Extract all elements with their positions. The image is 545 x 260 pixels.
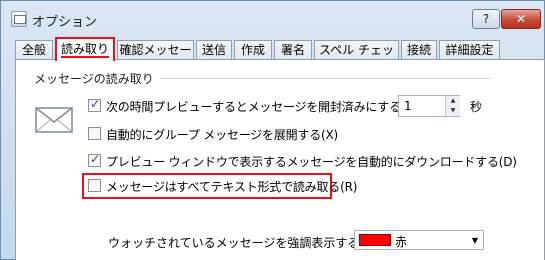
- tab-signatures[interactable]: 署名: [274, 40, 312, 60]
- help-button[interactable]: ?: [472, 9, 500, 29]
- tab-read[interactable]: 読み取り: [55, 37, 115, 61]
- color-swatch: [359, 234, 391, 246]
- option-auto-download-label: プレビュー ウィンドウで表示するメッセージを自動的にダウンロードする(D): [106, 155, 517, 169]
- watch-color-select[interactable]: 赤 ▼: [354, 230, 484, 250]
- tab-receipts[interactable]: 確認メッセージ: [117, 40, 194, 76]
- tab-send[interactable]: 送信: [196, 40, 232, 60]
- option-auto-download[interactable]: プレビュー ウィンドウで表示するメッセージを自動的にダウンロードする(D): [88, 152, 517, 170]
- envelope-icon: [35, 107, 73, 133]
- spin-down-icon[interactable]: ▼: [446, 106, 460, 116]
- checkbox-auto-download[interactable]: [88, 152, 101, 167]
- group-title: メッセージの読み取り: [34, 70, 160, 87]
- tab-spelling[interactable]: スペル チェック: [314, 40, 399, 76]
- tab-compose[interactable]: 作成: [234, 40, 272, 60]
- tab-general[interactable]: 全般: [15, 40, 53, 60]
- window-title: オプション: [32, 15, 98, 30]
- option-expand-groups-label: 自動的にグループ メッセージを展開する(X): [106, 128, 339, 142]
- preview-seconds-spinner[interactable]: 1 ▲ ▼: [398, 95, 460, 117]
- close-button[interactable]: ✕: [501, 9, 541, 29]
- tab-connection[interactable]: 接続: [401, 40, 437, 60]
- watched-label: ウォッチされているメッセージを強調表示する: [108, 236, 360, 250]
- tab-strip: 全般 読み取り 確認メッセージ 送信 作成 署名 スペル チェック 接続 詳細設…: [15, 37, 535, 76]
- tab-advanced[interactable]: 詳細設定: [439, 40, 500, 60]
- dropdown-arrow-icon[interactable]: ▼: [472, 236, 478, 245]
- preview-seconds-value[interactable]: 1: [404, 99, 412, 113]
- seconds-unit: 秒: [470, 100, 483, 114]
- option-mark-read[interactable]: 次の時間プレビューするとメッセージを開封済みにする(M): [88, 97, 420, 115]
- checkbox-expand-groups[interactable]: [88, 127, 101, 140]
- spinner-buttons: ▲ ▼: [445, 96, 460, 116]
- group-divider: [151, 78, 491, 79]
- title-bar: オプション ? ✕: [1, 1, 545, 35]
- option-plain-text-label: メッセージはすべてテキスト形式で読み取る(R): [106, 180, 358, 194]
- checkbox-plain-text[interactable]: [88, 179, 101, 192]
- option-plain-text[interactable]: メッセージはすべてテキスト形式で読み取る(R): [88, 177, 357, 195]
- option-expand-groups[interactable]: 自動的にグループ メッセージを展開する(X): [88, 125, 388, 143]
- spin-up-icon[interactable]: ▲: [446, 96, 460, 106]
- checkbox-mark-read[interactable]: [88, 97, 101, 112]
- color-name: 赤: [395, 235, 408, 249]
- tab-read-label: 読み取り: [60, 42, 109, 58]
- options-dialog: オプション ? ✕ 全般 読み取り 確認メッセージ 送信 作成 署名 スペル チ…: [0, 0, 545, 260]
- option-mark-read-label: 次の時間プレビューするとメッセージを開封済みにする(M): [106, 100, 420, 114]
- read-tab-panel: メッセージの読み取り 次の時間プレビューするとメッセージを開封済みにする(M) …: [15, 59, 545, 260]
- app-icon: [11, 11, 27, 27]
